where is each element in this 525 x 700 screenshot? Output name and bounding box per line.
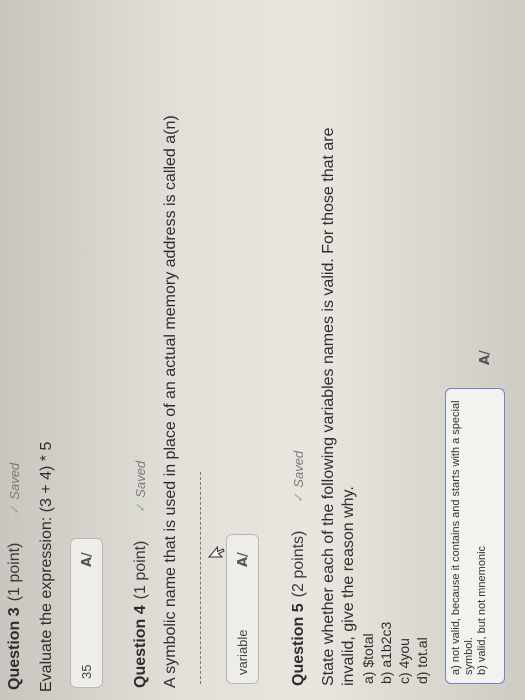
saved-label: Saved xyxy=(291,450,306,488)
question-5-header: Question 5 (2 points) ✓ Saved xyxy=(290,451,308,686)
spellcheck-icon[interactable]: A/ xyxy=(80,552,95,567)
question-5-saved-status: ✓ Saved xyxy=(291,451,307,503)
question-3-prompt: Evaluate the expression: (3 + 4) * 5 xyxy=(38,441,55,692)
question-3-header: Question 3 (1 point) ✓ Saved xyxy=(6,463,24,690)
question-5-title: Question 5 xyxy=(290,603,307,686)
question-4-saved-status: ✓ Saved xyxy=(133,461,149,513)
spellcheck-icon[interactable]: A/ xyxy=(236,552,251,567)
question-5-points: (2 points) xyxy=(290,530,307,598)
saved-label: Saved xyxy=(133,460,148,498)
check-icon: ✓ xyxy=(291,491,306,503)
question-4-title: Question 4 xyxy=(132,605,149,688)
question-3-saved-status: ✓ Saved xyxy=(7,463,23,515)
check-icon: ✓ xyxy=(7,503,22,515)
question-5-item: d) tot.al xyxy=(414,637,430,684)
question-5-prompt-line-2: invalid, give the reason why. xyxy=(340,486,357,686)
question-5-prompt-line-1: State whether each of the following vari… xyxy=(320,127,337,686)
question-3-points: (1 point) xyxy=(6,542,23,602)
answer-line: a) not valid, because it contains and st… xyxy=(450,400,462,675)
question-4-prompt: A symbolic name that is used in place of… xyxy=(162,115,179,688)
answer-line: symbol. xyxy=(463,637,475,675)
question-5-answer-textarea[interactable]: a) not valid, because it contains and st… xyxy=(445,388,505,684)
mouse-cursor-icon xyxy=(208,545,225,558)
saved-label: Saved xyxy=(7,462,22,500)
question-3-title: Question 3 xyxy=(6,607,23,690)
spellcheck-icon[interactable]: A/ xyxy=(478,350,493,365)
question-5-item: b) a1b2c3 xyxy=(378,621,394,684)
question-4-header: Question 4 (1 point) ✓ Saved xyxy=(132,461,150,688)
screenshot-canvas: Question 3 (1 point) ✓ Saved Evaluate th… xyxy=(0,0,525,700)
question-4-points: (1 point) xyxy=(132,540,149,600)
quiz-page: Question 3 (1 point) ✓ Saved Evaluate th… xyxy=(0,0,525,700)
check-icon: ✓ xyxy=(133,501,148,513)
question-4-blank-line xyxy=(200,472,201,684)
question-5-item: a) $total xyxy=(360,633,376,684)
answer-line: b) valid, but not mnemonic xyxy=(476,545,488,675)
question-5-item: c) 4you xyxy=(396,638,412,684)
